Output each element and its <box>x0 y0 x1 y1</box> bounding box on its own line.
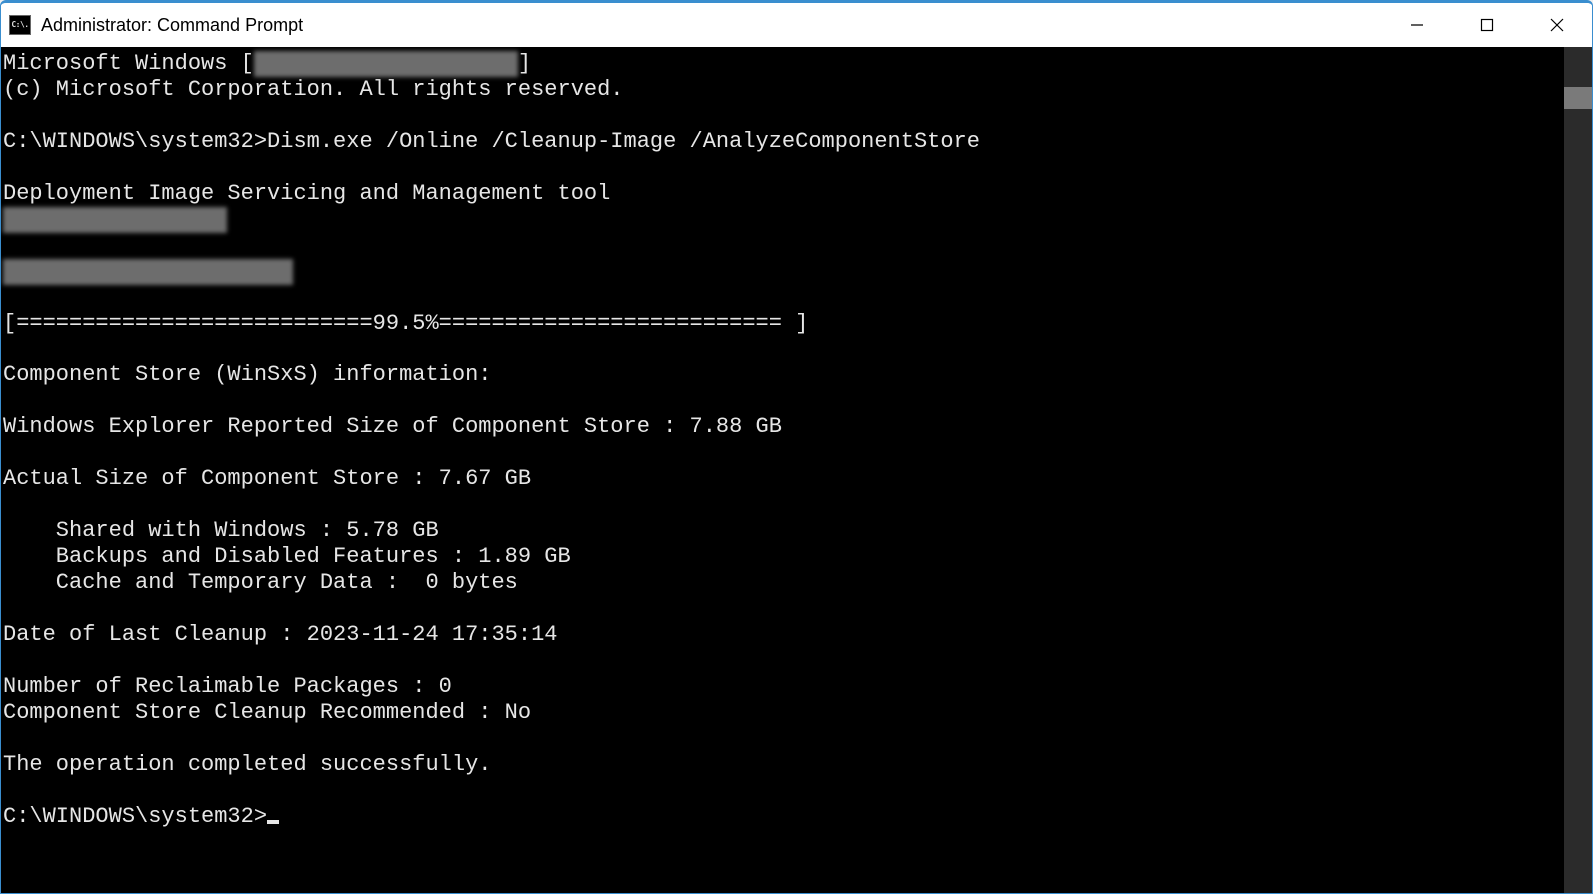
os-header-suffix: ] <box>518 51 531 76</box>
minimize-button[interactable] <box>1382 3 1452 47</box>
os-header-prefix: Microsoft Windows [ <box>3 51 254 76</box>
cleanup-recommended-line: Component Store Cleanup Recommended : No <box>3 700 531 725</box>
titlebar[interactable]: C:\. Administrator: Command Prompt <box>1 3 1592 47</box>
progress-bar: [===========================99.5%=======… <box>3 311 808 336</box>
terminal-area: Microsoft Windows [████████ ██ ████████]… <box>1 47 1592 893</box>
redacted-image-version: ████ █████ ██████████ <box>3 259 293 285</box>
window-frame: C:\. Administrator: Command Prompt Micro… <box>0 0 1593 894</box>
dism-tool-title: Deployment Image Servicing and Managemen… <box>3 181 610 206</box>
prompt-2: C:\WINDOWS\system32> <box>3 804 267 829</box>
backups-line: Backups and Disabled Features : 1.89 GB <box>3 544 571 569</box>
cache-line: Cache and Temporary Data : 0 bytes <box>3 570 518 595</box>
prompt-1: C:\WINDOWS\system32> <box>3 129 267 154</box>
component-store-header: Component Store (WinSxS) information: <box>3 362 491 387</box>
terminal-output[interactable]: Microsoft Windows [████████ ██ ████████]… <box>1 47 1564 893</box>
redacted-version: ████████ ██ ████████ <box>254 51 518 77</box>
close-button[interactable] <box>1522 3 1592 47</box>
copyright-line: (c) Microsoft Corporation. All rights re… <box>3 77 624 102</box>
actual-size-line: Actual Size of Component Store : 7.67 GB <box>3 466 531 491</box>
maximize-button[interactable] <box>1452 3 1522 47</box>
close-icon <box>1550 18 1564 32</box>
minimize-icon <box>1410 18 1424 32</box>
vertical-scrollbar[interactable] <box>1564 47 1592 893</box>
maximize-icon <box>1480 18 1494 32</box>
scrollbar-thumb[interactable] <box>1564 87 1592 109</box>
shared-with-windows-line: Shared with Windows : 5.78 GB <box>3 518 439 543</box>
reclaimable-packages-line: Number of Reclaimable Packages : 0 <box>3 674 452 699</box>
text-cursor <box>267 820 279 824</box>
app-icon: C:\. <box>9 15 31 35</box>
success-line: The operation completed successfully. <box>3 752 491 777</box>
reported-size-line: Windows Explorer Reported Size of Compon… <box>3 414 782 439</box>
window-controls <box>1382 3 1592 47</box>
last-cleanup-line: Date of Last Cleanup : 2023-11-24 17:35:… <box>3 622 558 647</box>
command-1: Dism.exe /Online /Cleanup-Image /Analyze… <box>267 129 980 154</box>
redacted-dism-version: ██.██ ████ ██████ <box>3 207 227 233</box>
window-title: Administrator: Command Prompt <box>41 15 303 36</box>
